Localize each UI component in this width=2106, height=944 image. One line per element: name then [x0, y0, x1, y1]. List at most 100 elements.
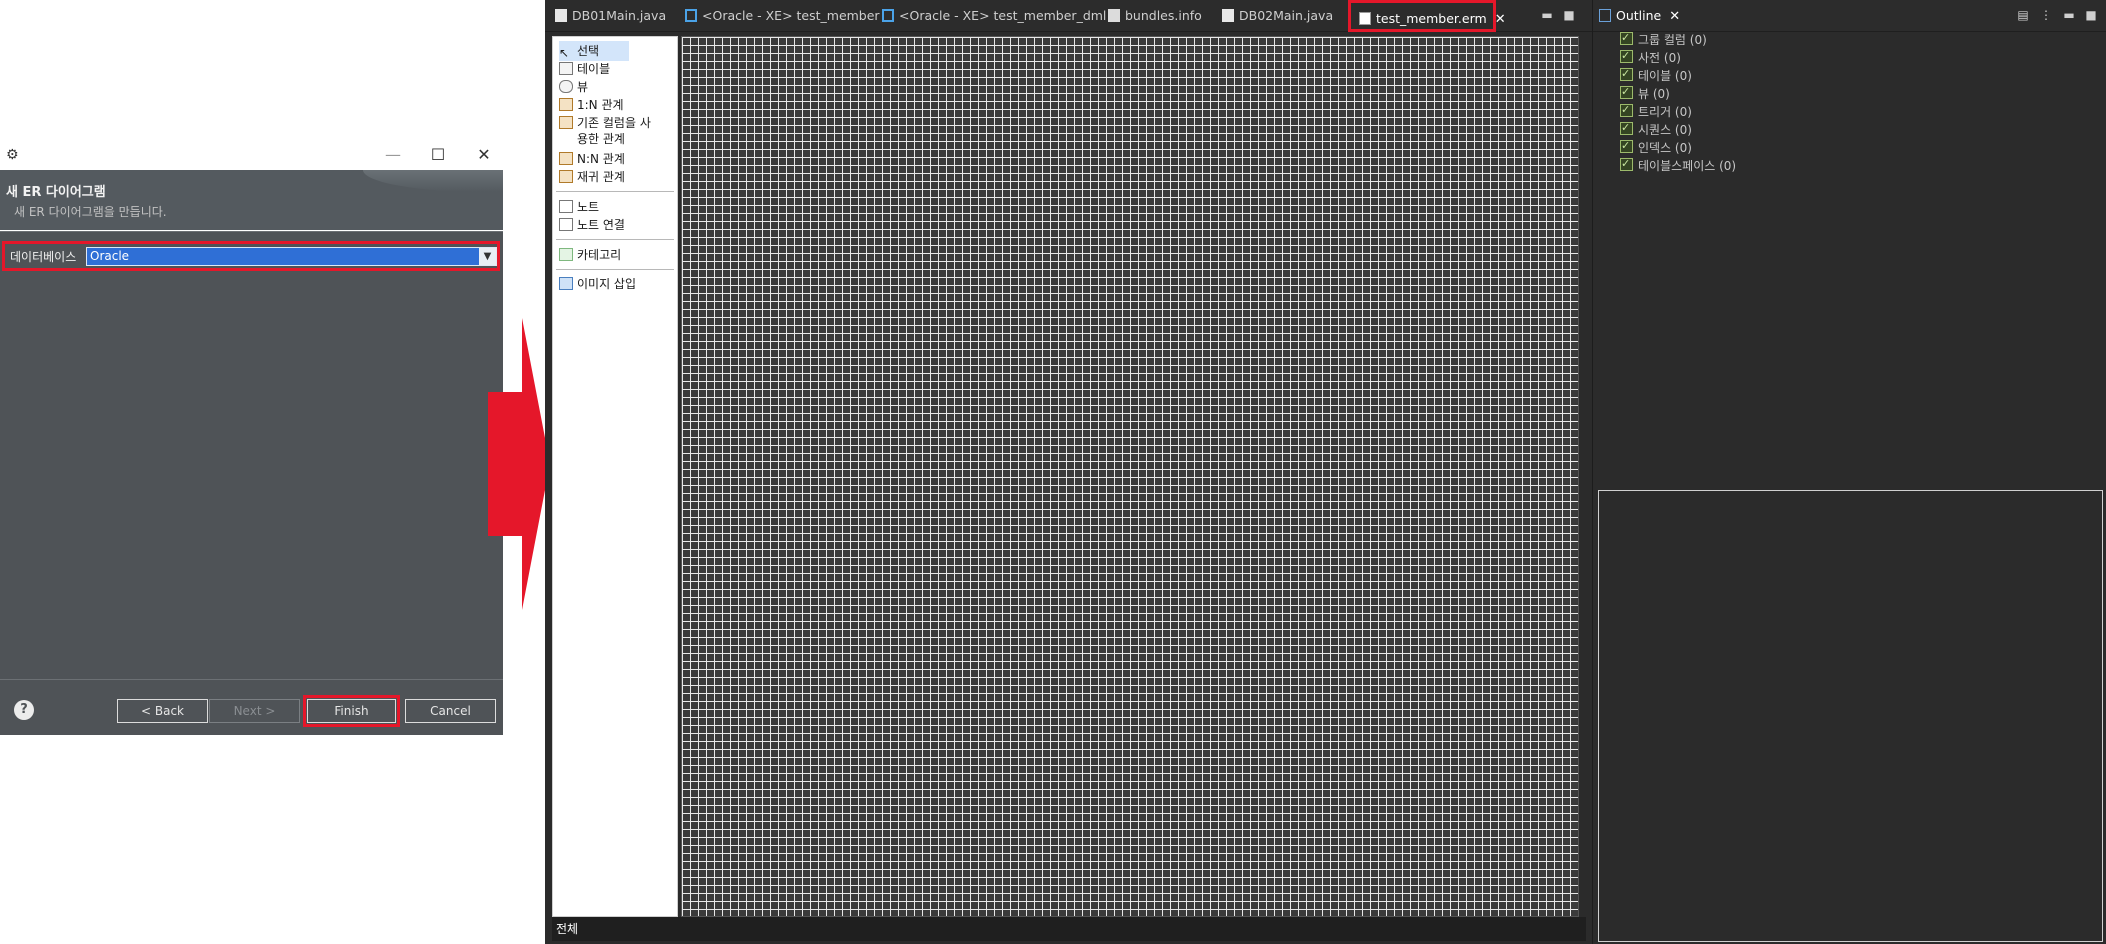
cancel-button[interactable]: Cancel	[405, 699, 496, 723]
checkbox-icon[interactable]	[1620, 137, 1633, 155]
text-file-icon	[1108, 9, 1120, 22]
maximize-view-icon[interactable]: ■	[2084, 8, 2098, 22]
palette: ↖ 선택 테이블 뷰 1:N 관계 기존 컬럼을 사 용한 관계 N:N 관계 재…	[552, 36, 678, 917]
tab-test-member-erm[interactable]: test_member.erm ✕	[1348, 0, 1506, 32]
close-tab-icon[interactable]: ✕	[1495, 12, 1506, 27]
tab-outline[interactable]: Outline ✕	[1599, 0, 1680, 32]
chevron-down-icon[interactable]: ▼	[479, 248, 496, 265]
palette-label: 노트 연결	[577, 218, 625, 232]
close-tab-icon[interactable]: ✕	[1669, 9, 1680, 24]
table-icon	[559, 62, 573, 75]
palette-label: 뷰	[577, 80, 589, 94]
back-button[interactable]: < Back	[117, 699, 208, 723]
palette-category[interactable]: 카테고리	[559, 245, 621, 265]
database-select[interactable]: Oracle ▼	[86, 247, 497, 266]
palette-relation-nn[interactable]: N:N 관계	[559, 149, 625, 169]
palette-relation-1n[interactable]: 1:N 관계	[559, 95, 624, 115]
outline-item-label: 인덱스 (0)	[1638, 141, 1692, 155]
checkbox-icon[interactable]	[1620, 47, 1633, 65]
outline-item[interactable]: 트리거 (0)	[1620, 101, 1692, 121]
checkbox-icon[interactable]	[1620, 155, 1633, 173]
outline-item[interactable]: 테이블스페이스 (0)	[1620, 155, 1736, 175]
outline-item[interactable]: 테이블 (0)	[1620, 65, 1692, 85]
tab-db02main[interactable]: DB02Main.java	[1222, 0, 1333, 32]
sql-file-icon	[882, 9, 894, 22]
checkbox-icon[interactable]	[1620, 29, 1633, 47]
palette-insert-image[interactable]: 이미지 삽입	[559, 274, 636, 294]
database-label: 데이터베이스	[10, 250, 77, 264]
palette-separator	[556, 239, 674, 240]
tab-label: <Oracle - XE> test_member_dml	[899, 8, 1107, 23]
banner-decoration	[363, 170, 503, 192]
tab-label: test_member.erm	[1376, 11, 1487, 26]
tab-test-member[interactable]: <Oracle - XE> test_member	[685, 0, 880, 32]
view-menu-icon[interactable]: ▤	[2016, 8, 2030, 22]
minimize-button[interactable]: —	[379, 144, 407, 166]
tab-label: bundles.info	[1125, 8, 1202, 23]
app-icon: ⚙	[6, 147, 19, 163]
outline-item[interactable]: 시퀀스 (0)	[1620, 119, 1692, 139]
palette-table[interactable]: 테이블	[559, 59, 610, 79]
tab-test-member-dml[interactable]: <Oracle - XE> test_member_dml	[882, 0, 1106, 32]
outline-minimap[interactable]	[1598, 490, 2103, 942]
next-button[interactable]: Next >	[209, 699, 300, 723]
outline-item-label: 트리거 (0)	[1638, 105, 1692, 119]
minimize-view-icon[interactable]: ▬	[2062, 8, 2076, 22]
palette-note[interactable]: 노트	[559, 197, 599, 217]
self-relation-icon	[559, 170, 573, 183]
relation-icon	[559, 98, 573, 111]
palette-select[interactable]: ↖ 선택	[559, 41, 629, 61]
cursor-icon: ↖	[559, 46, 570, 60]
new-er-diagram-dialog: ⚙ — ☐ ✕ 새 ER 다이어그램 새 ER 다이어그램을 만듭니다. 데이터…	[0, 140, 503, 735]
maximize-editor-icon[interactable]: ■	[1562, 8, 1576, 22]
outline-item-label: 시퀀스 (0)	[1638, 123, 1692, 137]
banner-subtitle: 새 ER 다이어그램을 만듭니다.	[14, 205, 167, 219]
palette-label: 재귀 관계	[577, 170, 625, 184]
palette-label: 카테고리	[577, 248, 622, 262]
outline-item[interactable]: 인덱스 (0)	[1620, 137, 1692, 157]
note-icon	[559, 200, 573, 213]
checkbox-icon[interactable]	[1620, 83, 1633, 101]
palette-relation-existing-column-line2[interactable]: 용한 관계	[577, 129, 625, 149]
outline-item-label: 뷰 (0)	[1638, 87, 1670, 101]
palette-note-connection[interactable]: 노트 연결	[559, 215, 625, 235]
palette-view[interactable]: 뷰	[559, 77, 588, 97]
close-button[interactable]: ✕	[470, 144, 498, 166]
maximize-button[interactable]: ☐	[424, 144, 452, 166]
palette-label: 용한 관계	[577, 132, 625, 146]
diagram-canvas[interactable]	[681, 36, 1579, 917]
outline-tabbar: Outline ✕ ▤ ⋮ ▬ ■	[1593, 0, 2106, 32]
editor-status-bar: 전체	[552, 917, 1586, 941]
java-file-icon	[1222, 9, 1234, 22]
tab-label: DB01Main.java	[572, 8, 667, 23]
java-file-icon	[555, 9, 567, 22]
image-icon	[559, 277, 573, 290]
outline-item-label: 테이블 (0)	[1638, 69, 1692, 83]
dialog-titlebar: ⚙ — ☐ ✕	[0, 140, 503, 170]
note-connection-icon	[559, 218, 573, 231]
tab-label: DB02Main.java	[1239, 8, 1334, 23]
outline-item[interactable]: 그룹 컬럼 (0)	[1620, 29, 1707, 49]
tab-bundles-info[interactable]: bundles.info	[1108, 0, 1202, 32]
checkbox-icon[interactable]	[1620, 101, 1633, 119]
red-arrow-icon	[488, 318, 550, 610]
help-icon[interactable]: ?	[14, 700, 34, 720]
outline-title: Outline	[1616, 8, 1662, 23]
palette-label: 1:N 관계	[577, 98, 624, 112]
checkbox-icon[interactable]	[1620, 119, 1633, 137]
minimize-editor-icon[interactable]: ▬	[1540, 8, 1554, 22]
ide-window: DB01Main.java <Oracle - XE> test_member …	[545, 0, 2106, 944]
dialog-banner: 새 ER 다이어그램 새 ER 다이어그램을 만듭니다.	[0, 170, 503, 230]
erm-file-icon	[1359, 12, 1371, 25]
more-options-icon[interactable]: ⋮	[2039, 8, 2053, 22]
palette-separator	[556, 191, 674, 192]
tab-db01main[interactable]: DB01Main.java	[555, 0, 666, 32]
category-icon	[559, 248, 573, 261]
palette-relation-self[interactable]: 재귀 관계	[559, 167, 625, 187]
palette-label: 노트	[577, 200, 600, 214]
checkbox-icon[interactable]	[1620, 65, 1633, 83]
outline-icon	[1599, 9, 1611, 22]
outline-view: Outline ✕ ▤ ⋮ ▬ ■ 그룹 컬럼 (0) 사전 (0) 테이블 (0…	[1592, 0, 2106, 944]
view-icon	[559, 80, 573, 93]
relation-icon	[559, 152, 573, 165]
